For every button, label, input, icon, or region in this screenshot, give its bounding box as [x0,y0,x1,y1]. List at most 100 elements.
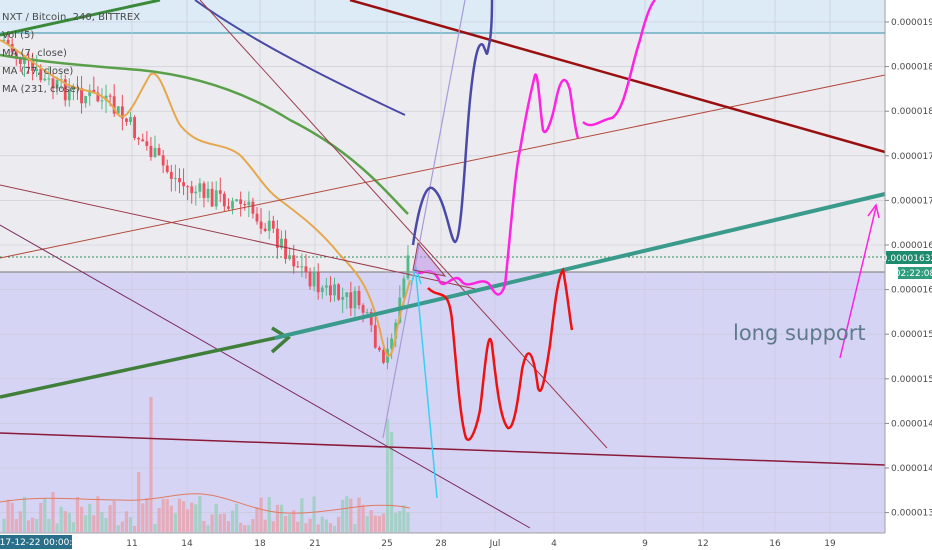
volume-bar [263,519,267,532]
volume-bar [402,505,406,532]
candle-body [214,190,218,207]
volume-bar [55,523,59,532]
chart-canvas[interactable]: long support 0.00001900 0.00001850 0.00001… [0,0,932,550]
candle-body [202,183,206,198]
volume-bar [141,503,145,532]
candle-body [320,287,324,293]
candle-body [329,285,332,296]
volume-bar [336,516,341,532]
candle-body [300,266,304,268]
candle-body [149,145,153,157]
volume-bar [18,511,22,532]
legend-ma77: MA (77, close) [2,66,73,77]
volume-bar [406,512,410,532]
candle-body [182,182,185,187]
y-tick-label-10: 0.00001400 [891,464,932,474]
volume-bar [234,503,239,532]
candle-body [218,190,222,194]
x-tick-label-7: 4 [551,539,557,549]
volume-bar [239,522,243,532]
x-tick-label-3: 21 [309,539,320,549]
volume-bar [210,514,214,532]
volume-bar [279,504,284,532]
volume-bar [2,518,6,532]
volume-bar [247,525,251,532]
volume-bar [214,503,218,532]
volume-bar [149,397,153,532]
volume-bar [63,511,67,532]
candle-body [173,178,177,180]
volume-bar [369,510,373,532]
volume-bar [75,496,80,532]
volume-bar [324,519,328,532]
candle-body [125,118,128,122]
volume-bar [349,498,353,532]
candle-body [292,255,296,267]
volume-bar [116,525,120,532]
candle-body [243,203,247,206]
purple-zone [0,272,885,533]
candle-body [84,96,88,104]
candle-body [296,266,300,268]
volume-bar [230,510,235,532]
candle-body [235,199,239,202]
candle-body [312,271,316,287]
volume-bar [320,516,324,532]
volume-bar [79,506,84,532]
volume-bar [328,523,333,532]
volume-bar [361,504,365,532]
legend-symbol: NXT / Bitcoin, 240, BITTREX [2,12,140,23]
candle-body [353,290,357,309]
candle-body [129,117,132,122]
volume-bar [161,498,165,532]
x-tick-label-9: 12 [697,539,708,549]
volume-bar [398,511,402,532]
candle-body [304,266,308,273]
volume-bar [39,502,43,532]
volume-bar [137,472,141,532]
volume-bar [341,499,345,532]
volume-bar [35,519,39,532]
volume-bar [353,524,357,532]
x-tick-label-4: 25 [381,539,392,549]
volume-bar [120,521,124,532]
volume-bar [300,498,304,532]
candle-body [259,221,263,229]
volume-bar [275,504,280,532]
candle-body [284,238,287,259]
volume-bar [153,523,157,532]
candle-body [373,325,377,348]
candle-body [157,147,161,156]
candle-body [141,139,145,142]
volume-bar [169,505,173,532]
volume-bar [304,523,308,532]
y-tick-label-11: 0.00001350 [891,509,932,519]
candle-body [288,255,292,259]
volume-bar [316,524,320,532]
volume-bar [173,513,178,532]
candle-body [47,78,51,80]
y-tick-label-3: 0.00001750 [891,152,932,162]
volume-bar [145,498,149,532]
volume-bar [312,496,316,532]
y-tick-label-4: 0.00001700 [891,196,932,206]
candle-body [337,284,341,300]
candle-body [267,220,271,231]
volume-bar [226,521,231,532]
volume-bar [202,520,206,532]
y-tick-label-5: 0.00001650 [891,241,932,251]
volume-bar [92,515,96,532]
candle-body [190,186,194,194]
candle-body [194,191,198,194]
volume-bar [385,419,390,532]
x-tick-label-5: 28 [435,539,447,549]
volume-bar [255,507,259,532]
volume-bar [30,517,35,532]
candle-body [316,271,320,293]
x-tick-label-1: 14 [181,539,193,549]
candle-body [153,147,157,157]
volume-bar [181,501,186,532]
volume-bar [377,516,382,532]
candle-body [18,58,22,64]
volume-bar [84,515,88,532]
